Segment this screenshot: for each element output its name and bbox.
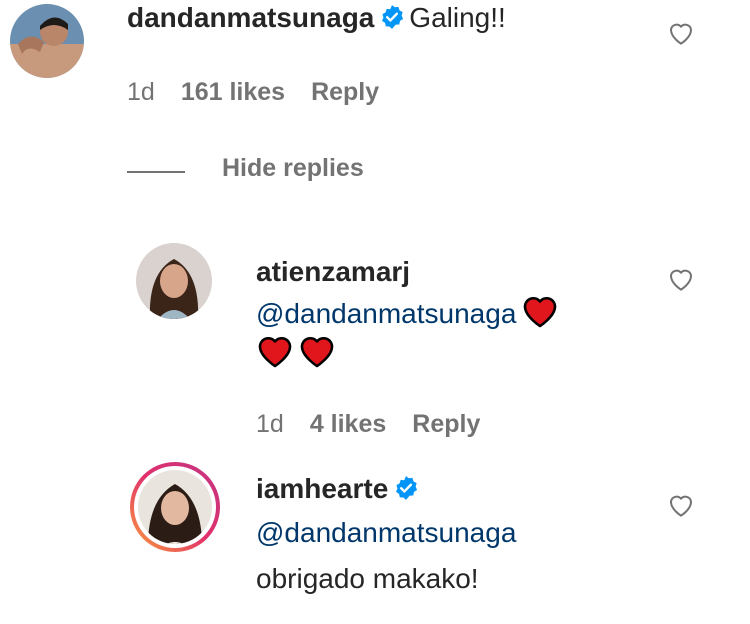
comment-text: Galing!! [409,2,506,33]
verified-badge-icon [381,5,403,29]
comment-likes-count[interactable]: 161 likes [181,78,285,107]
hide-replies-label: Hide replies [222,154,364,182]
reply-button[interactable]: Reply [412,410,480,439]
reply-text: obrigado makako! [256,563,479,594]
like-heart-icon[interactable] [666,490,696,520]
reply-time: 1d [256,410,284,438]
reply-username[interactable]: iamhearte [256,473,388,504]
emoji-row [256,332,336,370]
red-heart-emoji [523,296,557,328]
mention-link[interactable]: @dandanmatsunaga [256,298,516,329]
reply-body: @dandanmatsunaga [256,292,559,330]
like-heart-icon[interactable] [666,18,696,48]
hide-replies-button[interactable]: Hide replies [222,154,364,183]
verified-badge-icon [395,476,417,500]
story-ring-avatar-iamhearte[interactable] [128,460,222,554]
avatar-image [10,4,84,78]
comment-header: dandanmatsunaga Galing!! [127,2,506,34]
red-heart-emoji [301,336,334,368]
avatar-atienzamarj[interactable] [136,243,212,319]
reply-username[interactable]: atienzamarj [256,256,410,288]
comment-time: 1d [127,78,155,106]
reply-meta: 1d 4 likes Reply [256,410,480,439]
reply-button[interactable]: Reply [311,78,379,107]
hide-replies-divider [127,171,185,173]
reply-likes-count[interactable]: 4 likes [310,410,386,439]
avatar-image [130,462,220,552]
red-heart-emoji [258,336,292,368]
like-heart-icon[interactable] [666,264,696,294]
mention-link[interactable]: @dandanmatsunaga [256,517,516,549]
comment-username[interactable]: dandanmatsunaga [127,2,374,33]
reply-header: iamhearte [256,473,419,505]
avatar-dandanmatsunaga[interactable] [10,4,84,78]
comment-meta: 1d 161 likes Reply [127,78,379,107]
avatar-image [136,243,212,319]
